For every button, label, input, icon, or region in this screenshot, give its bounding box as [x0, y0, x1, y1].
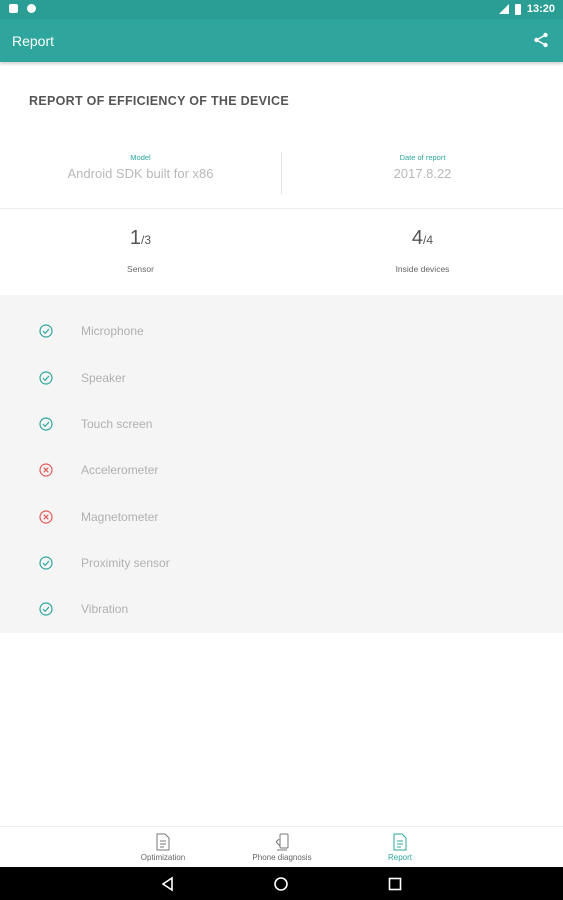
- model-label: Model: [130, 153, 151, 162]
- sensor-name: Touch screen: [81, 417, 153, 431]
- app-bar-title: Report: [12, 33, 55, 49]
- inside-devices-count: 4/4 Inside devices: [282, 209, 563, 274]
- sensor-name: Speaker: [81, 371, 126, 385]
- signal-icon: [498, 4, 509, 14]
- status-icons: 13:20: [498, 3, 555, 15]
- bottom-navigation: Optimization Phone diagnosis Report: [0, 826, 563, 868]
- recents-icon[interactable]: [387, 876, 403, 892]
- list-item: Microphone: [0, 324, 563, 370]
- notification-icons: [9, 4, 36, 13]
- date-info: Date of report 2017.8.22: [282, 145, 563, 181]
- list-item: Accelerometer: [0, 463, 563, 509]
- check-circle-icon: [39, 324, 53, 338]
- check-circle-icon: [39, 556, 53, 570]
- battery-icon: [514, 3, 521, 15]
- nav-label: Report: [387, 853, 412, 862]
- app-bar: Report: [0, 19, 563, 62]
- sensor-name: Magnetometer: [81, 510, 159, 524]
- document-icon: [156, 833, 170, 851]
- check-circle-icon: [39, 417, 53, 431]
- counts-row: 1/3 Sensor 4/4 Inside devices: [0, 209, 563, 295]
- sensor-list: Microphone Speaker Touch screen Accelero…: [0, 295, 563, 633]
- system-navigation-bar: [0, 867, 563, 900]
- list-item: Speaker: [0, 371, 563, 417]
- nav-label: Optimization: [140, 853, 186, 862]
- list-item: Magnetometer: [0, 510, 563, 556]
- report-icon: [393, 833, 407, 851]
- share-icon[interactable]: [533, 32, 549, 48]
- home-icon[interactable]: [273, 876, 289, 892]
- report-heading: REPORT OF EFFICIENCY OF THE DEVICE: [29, 94, 289, 108]
- model-info: Model Android SDK built for x86: [0, 145, 281, 181]
- divider: [281, 152, 282, 194]
- nav-phone-diagnosis[interactable]: Phone diagnosis: [242, 827, 322, 862]
- list-item: Proximity sensor: [0, 556, 563, 602]
- inside-total: /4: [423, 233, 434, 247]
- status-bar: 13:20: [0, 0, 563, 19]
- sensor-count-value: 1/3: [0, 227, 281, 250]
- sensor-total: /3: [141, 233, 152, 247]
- back-icon[interactable]: [160, 876, 176, 892]
- sensor-name: Vibration: [81, 602, 129, 616]
- sensor-passed: 1: [129, 227, 142, 249]
- notification-icon: [9, 4, 18, 13]
- sensor-name: Proximity sensor: [81, 556, 170, 570]
- inside-count-label: Inside devices: [395, 264, 450, 274]
- inside-count-value: 4/4: [282, 227, 563, 250]
- check-circle-icon: [39, 371, 53, 385]
- date-label: Date of report: [399, 153, 446, 162]
- check-circle-icon: [39, 602, 53, 616]
- model-value: Android SDK built for x86: [67, 166, 214, 181]
- sensor-count-label: Sensor: [127, 264, 154, 274]
- nav-optimization[interactable]: Optimization: [123, 827, 203, 862]
- sensor-name: Accelerometer: [81, 463, 159, 477]
- nav-label: Phone diagnosis: [252, 853, 312, 862]
- notification-icon: [27, 4, 36, 13]
- error-circle-icon: [39, 463, 53, 477]
- sensor-count: 1/3 Sensor: [0, 209, 281, 274]
- clock: 13:20: [526, 3, 555, 15]
- inside-passed: 4: [411, 227, 424, 249]
- list-item: Touch screen: [0, 417, 563, 463]
- phone-diagnosis-icon: [275, 833, 289, 851]
- nav-report[interactable]: Report: [360, 827, 440, 862]
- list-item: Vibration: [0, 602, 563, 648]
- sensor-name: Microphone: [81, 324, 144, 338]
- error-circle-icon: [39, 510, 53, 524]
- date-value: 2017.8.22: [393, 166, 452, 181]
